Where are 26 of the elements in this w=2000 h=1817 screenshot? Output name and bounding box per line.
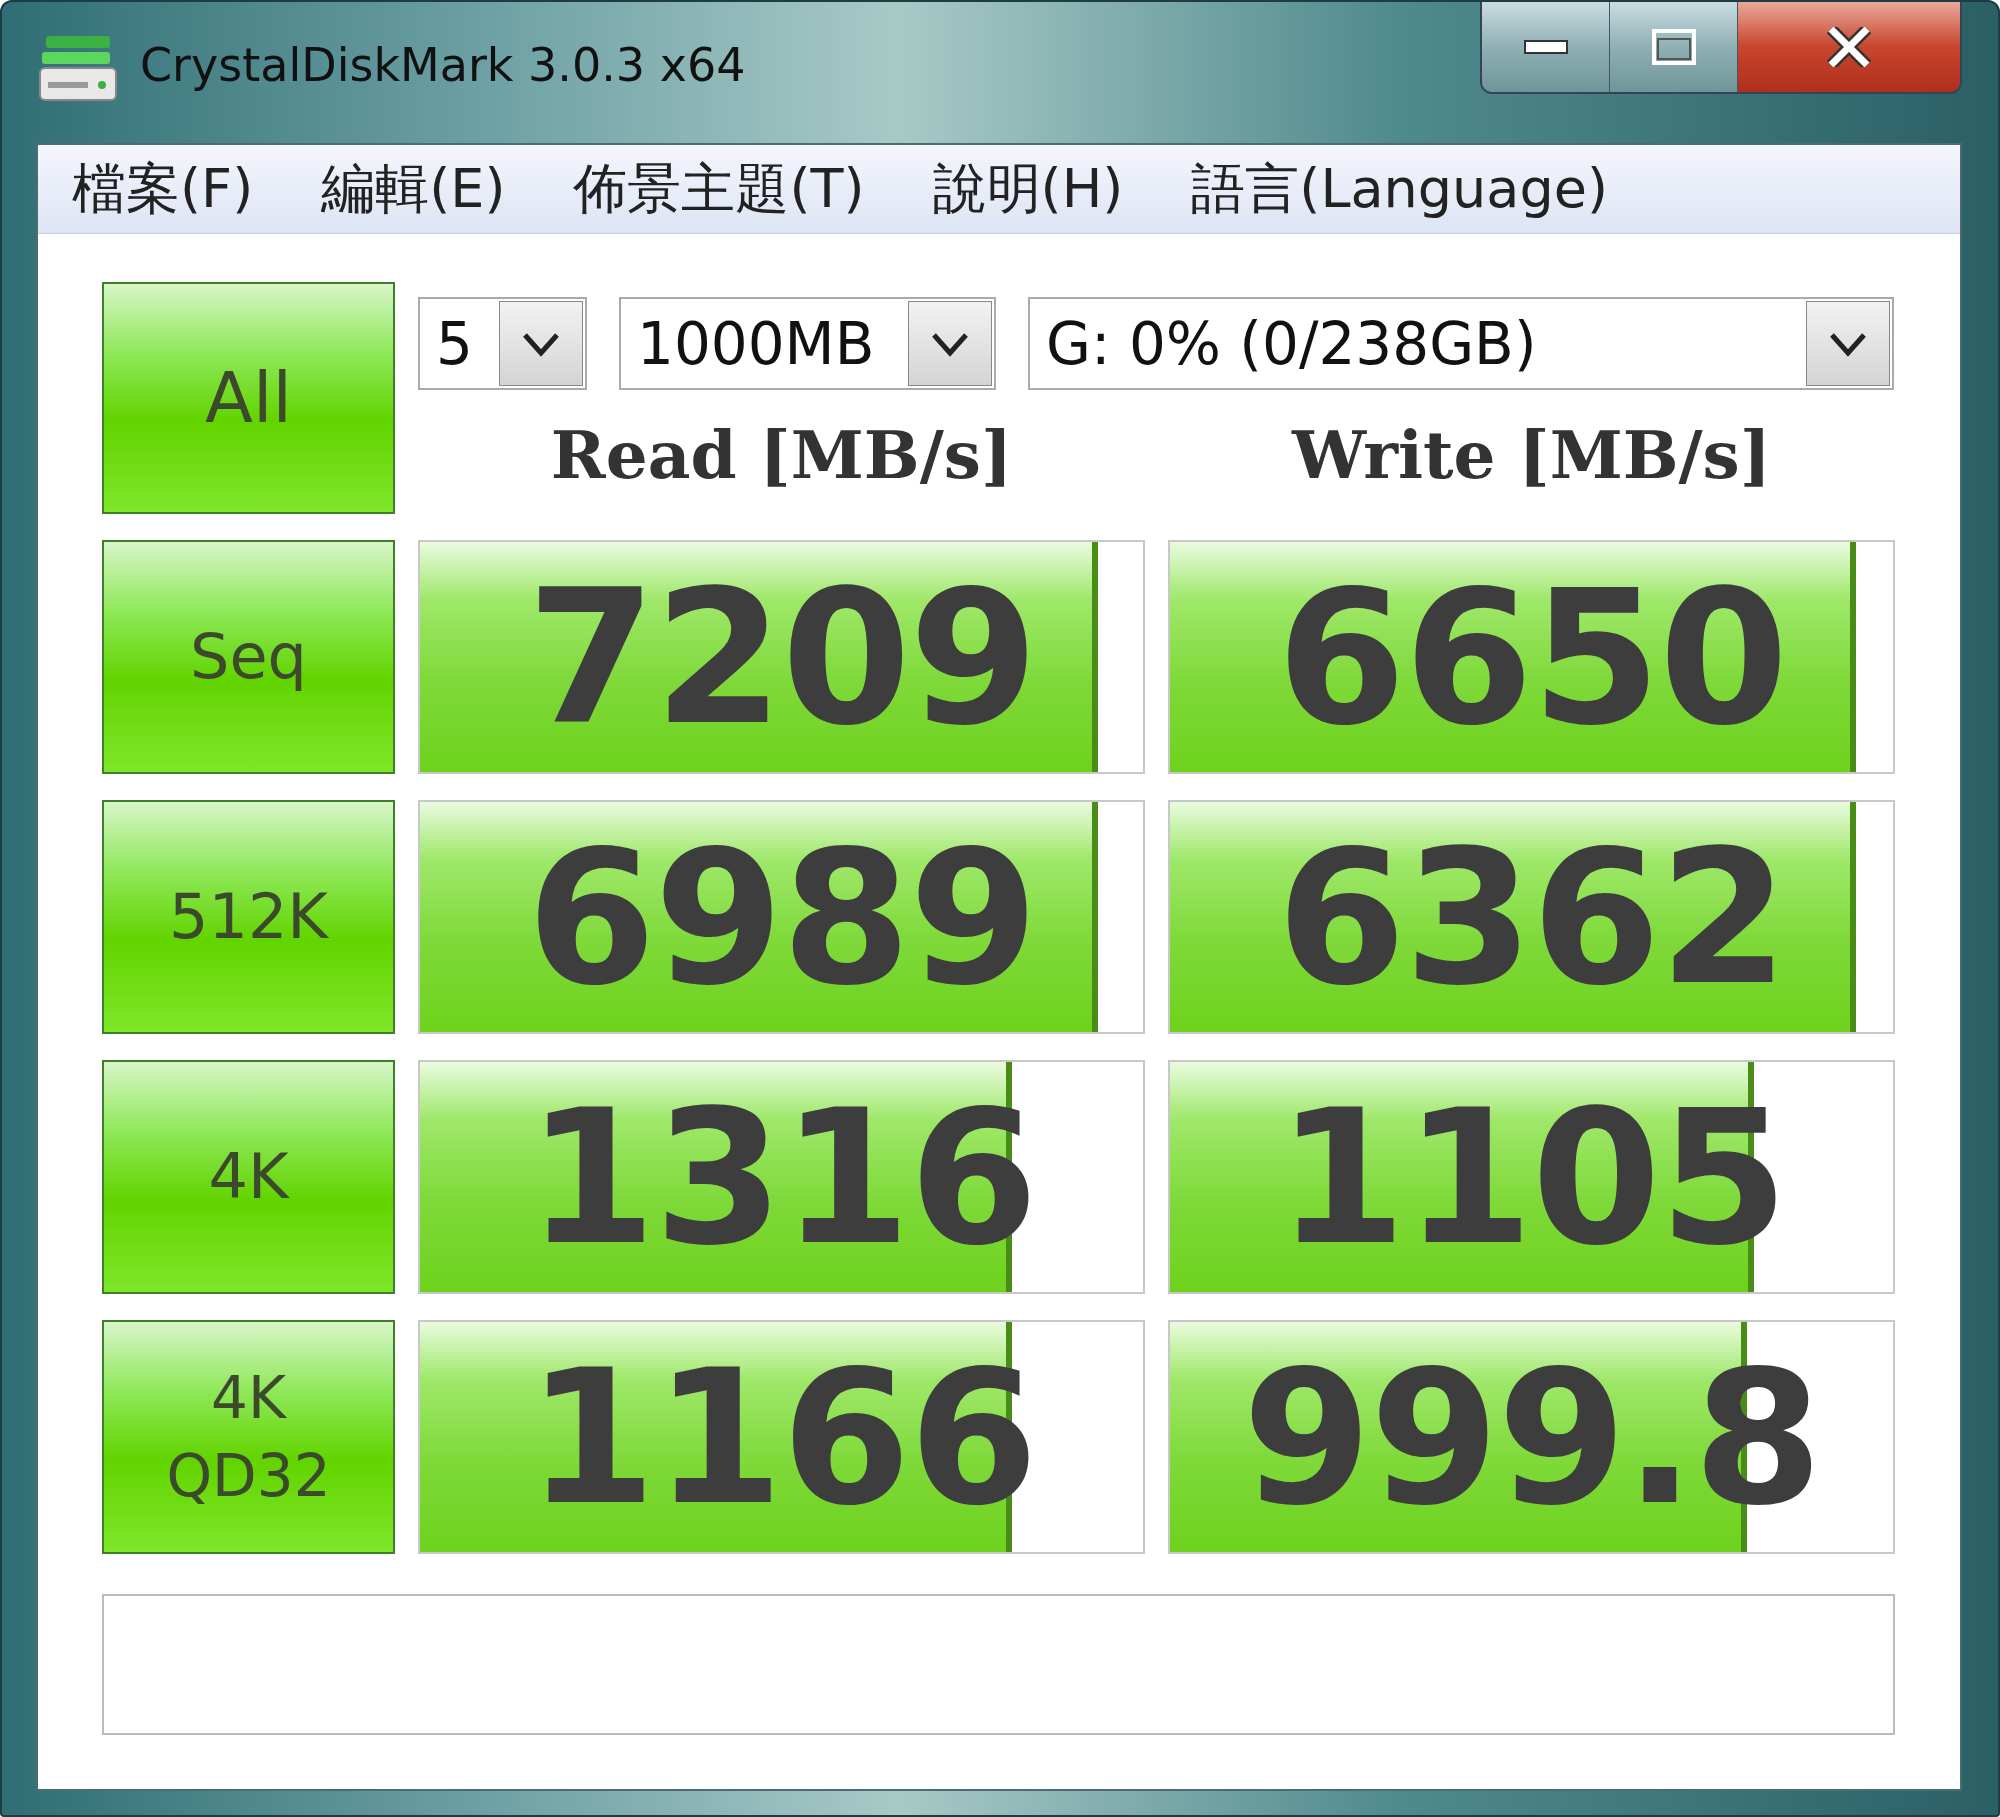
test-button[interactable]: 512K (102, 800, 395, 1034)
dropdown[interactable]: 1000MB (619, 297, 996, 390)
result-value: 6989 (525, 808, 1038, 1026)
close-icon (1827, 27, 1871, 67)
column-header: Read [MB/s] (549, 416, 1014, 494)
test-button[interactable]: 4K (102, 1060, 395, 1294)
window-title: CrystalDiskMark 3.0.3 x64 (140, 38, 746, 92)
menu-item[interactable]: 檔案(F) (72, 152, 254, 226)
dropdown[interactable]: G: 0% (0/238GB) (1028, 297, 1894, 390)
result-value: 6362 (1275, 808, 1788, 1026)
all-button[interactable]: All (102, 282, 395, 514)
test-button[interactable]: 4K QD32 (102, 1320, 395, 1554)
test-button[interactable]: Seq (102, 540, 395, 774)
minimize-button[interactable] (1482, 2, 1610, 92)
maximize-button[interactable] (1610, 2, 1738, 92)
close-button[interactable] (1738, 2, 1960, 92)
result-value: 7209 (525, 548, 1038, 766)
minimize-icon (1523, 39, 1568, 55)
dropdown[interactable]: 5 (418, 297, 587, 390)
maximize-icon (1651, 29, 1696, 65)
result-value: 6650 (1275, 548, 1788, 766)
menu-item[interactable]: 佈景主題(T) (573, 152, 865, 226)
column-header: Write [MB/s] (1290, 416, 1772, 494)
menu-item[interactable]: 語言(Language) (1191, 152, 1608, 226)
menu-item[interactable]: 編輯(E) (321, 152, 506, 226)
menu-item[interactable]: 說明(H) (932, 152, 1124, 226)
